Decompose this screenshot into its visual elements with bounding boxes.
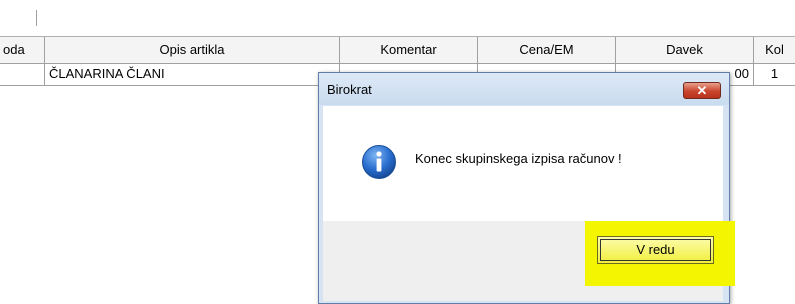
dialog-titlebar[interactable]: Birokrat ✕ (319, 73, 729, 105)
cell-kol: 1 (770, 66, 779, 81)
dialog-client: Konec skupinskega izpisa računov ! V red… (323, 106, 735, 301)
cell-opis-artikla: ČLANARINA ČLANI (45, 63, 340, 85)
message-area: Konec skupinskega izpisa računov ! (323, 106, 723, 221)
cell-koda (0, 63, 45, 85)
info-icon (362, 145, 396, 179)
dialog-message: Konec skupinskega izpisa računov ! (415, 151, 622, 166)
column-header-koda[interactable]: oda (0, 37, 45, 63)
column-header-kol[interactable]: Kol (754, 37, 795, 63)
close-button[interactable]: ✕ (683, 82, 721, 99)
column-header-komentar[interactable]: Komentar (340, 37, 478, 63)
toolbar-separator (36, 10, 37, 26)
column-header-opis-artikla[interactable]: Opis artikla (45, 37, 340, 63)
close-icon: ✕ (696, 83, 708, 98)
grid-header: oda Opis artikla Komentar Cena/EM Davek … (0, 36, 795, 64)
button-area: V redu (323, 221, 735, 301)
column-header-cena-em[interactable]: Cena/EM (478, 37, 616, 63)
ok-button[interactable]: V redu (597, 236, 714, 264)
column-header-davek[interactable]: Davek (616, 37, 754, 63)
dialog-title: Birokrat (327, 82, 372, 97)
message-dialog: Birokrat ✕ Konec skupinskega izpisa raču… (318, 72, 735, 304)
